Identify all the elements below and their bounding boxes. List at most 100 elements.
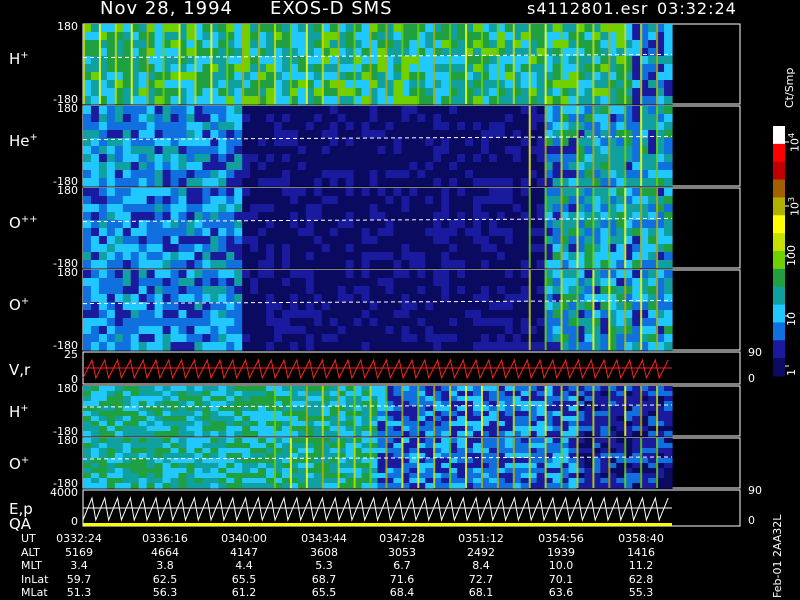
- heatmap-cell: [600, 48, 609, 57]
- heatmap-cell: [473, 64, 482, 73]
- heatmap-cell: [218, 286, 227, 295]
- heatmap-cell: [289, 130, 299, 139]
- heatmap-cell: [130, 270, 140, 279]
- heatmap-cell: [106, 473, 116, 479]
- heatmap-cell: [114, 270, 124, 279]
- heatmap-cell: [90, 260, 100, 269]
- heatmap-cell: [584, 24, 594, 33]
- heatmap-cell: [480, 334, 490, 343]
- heatmap-cell: [114, 228, 124, 237]
- heatmap-cell: [186, 342, 196, 351]
- heatmap-cell: [289, 220, 299, 229]
- heatmap-cell: [154, 483, 164, 489]
- heatmap-cell: [162, 204, 172, 213]
- heatmap-cell: [178, 260, 188, 269]
- heatmap-cell: [600, 416, 609, 422]
- heatmap-cell: [473, 260, 482, 269]
- heatmap-cell: [313, 473, 323, 479]
- heatmap-cell: [433, 220, 442, 229]
- heatmap-cell: [425, 40, 434, 49]
- heatmap-cell: [648, 138, 657, 147]
- heatmap-cell: [377, 220, 387, 229]
- heatmap-cell: [178, 310, 188, 319]
- heatmap-cell: [313, 252, 323, 261]
- heatmap-cell: [83, 154, 92, 163]
- heatmap-cell: [250, 302, 259, 311]
- colorbar-segment: [773, 233, 785, 252]
- heatmap-cell: [281, 130, 291, 139]
- heatmap-cell: [258, 463, 267, 469]
- heatmap-cell: [202, 468, 211, 474]
- heatmap-cell: [584, 406, 594, 412]
- heatmap-cell: [664, 130, 673, 139]
- heatmap-cell: [568, 302, 578, 311]
- heatmap-cell: [218, 188, 227, 197]
- heatmap-cell: [616, 228, 625, 237]
- heatmap-cell: [369, 114, 379, 123]
- stripe: [130, 24, 133, 104]
- heatmap-cell: [393, 80, 402, 89]
- heatmap-cell: [480, 236, 490, 245]
- heatmap-cell: [250, 386, 259, 392]
- heatmap-cell: [178, 188, 188, 197]
- heatmap-cell: [409, 244, 418, 253]
- heatmap-cell: [616, 421, 625, 427]
- heatmap-cell: [632, 448, 641, 454]
- heatmap-cell: [425, 426, 434, 432]
- heatmap-cell: [90, 326, 100, 335]
- heatmap-cell: [266, 96, 275, 105]
- heatmap-cell: [457, 286, 466, 295]
- heatmap-cell: [457, 106, 466, 115]
- heatmap-cell: [289, 310, 299, 319]
- heatmap-cell: [473, 146, 482, 155]
- heatmap-cell: [353, 294, 363, 303]
- heatmap-cell: [480, 278, 490, 287]
- heatmap-cell: [162, 438, 172, 444]
- heatmap-cell: [218, 154, 227, 163]
- heatmap-cell: [114, 294, 124, 303]
- heatmap-cell: [648, 204, 657, 213]
- heatmap-cell: [393, 396, 402, 402]
- heatmap-cell: [210, 421, 219, 427]
- heatmap-cell: [329, 178, 339, 187]
- heatmap-cell: [266, 478, 275, 484]
- heatmap-cell: [98, 426, 108, 432]
- heatmap-cell: [258, 162, 267, 171]
- heatmap-cell: [154, 396, 164, 402]
- heatmap-cell: [584, 178, 594, 187]
- heatmap-cell: [305, 188, 315, 197]
- heatmap-cell: [226, 154, 235, 163]
- heatmap-cell: [242, 196, 251, 205]
- heatmap-cell: [274, 106, 283, 115]
- heatmap-cell: [242, 401, 251, 407]
- heatmap-cell: [234, 162, 243, 171]
- heatmap-cell: [417, 270, 426, 279]
- heatmap-cell: [138, 146, 148, 155]
- heatmap-cell: [584, 244, 594, 253]
- heatmap-cell: [648, 326, 657, 335]
- heatmap-cell: [401, 270, 410, 279]
- stripe: [337, 24, 340, 104]
- heatmap-cell: [648, 188, 657, 197]
- stripe: [480, 24, 483, 104]
- heatmap-cell: [377, 154, 387, 163]
- stripe: [576, 270, 579, 350]
- heatmap-cell: [648, 106, 657, 115]
- heatmap-cell: [90, 188, 100, 197]
- heatmap-cell: [186, 438, 196, 444]
- heatmap-cell: [170, 431, 180, 437]
- heatmap-cell: [234, 334, 243, 343]
- heatmap-cell: [496, 326, 506, 335]
- heatmap-cell: [433, 188, 442, 197]
- heatmap-cell: [632, 391, 641, 397]
- heatmap-cell: [600, 162, 609, 171]
- heatmap-cell: [361, 443, 371, 449]
- heatmap-cell: [154, 401, 164, 407]
- heatmap-cell: [345, 443, 355, 449]
- heatmap-cell: [512, 196, 522, 205]
- heatmap-cell: [441, 72, 450, 81]
- heatmap-cell: [361, 40, 371, 49]
- heatmap-cell: [616, 448, 625, 454]
- heatmap-cell: [520, 106, 530, 115]
- heatmap-cell: [520, 236, 530, 245]
